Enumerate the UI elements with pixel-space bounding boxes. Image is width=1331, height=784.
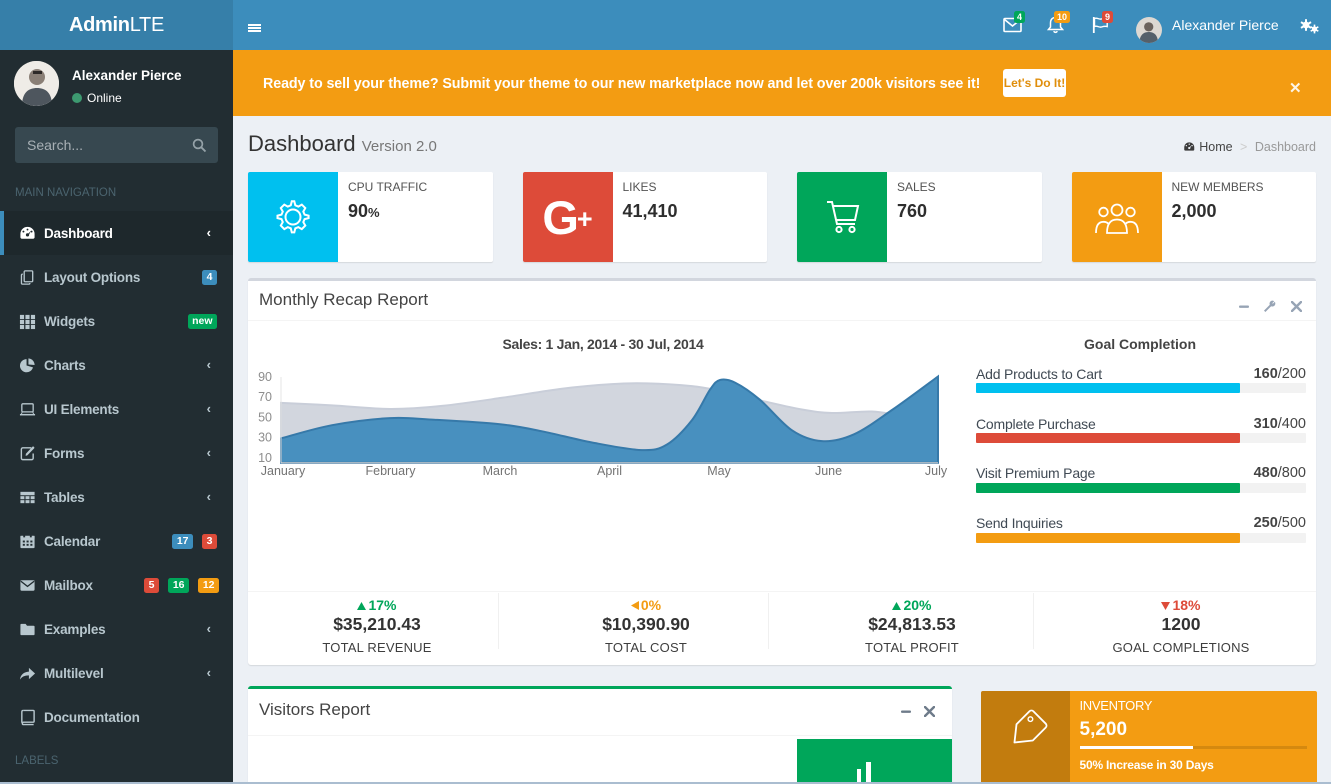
- svg-text:70: 70: [258, 390, 272, 404]
- svg-text:50: 50: [258, 410, 272, 424]
- svg-text:July: July: [925, 464, 948, 478]
- svg-text:90: 90: [258, 370, 272, 384]
- svg-text:March: March: [483, 464, 518, 478]
- svg-text:May: May: [707, 464, 731, 478]
- svg-text:February: February: [365, 464, 416, 478]
- svg-text:10: 10: [258, 451, 272, 465]
- svg-text:30: 30: [258, 431, 272, 445]
- svg-text:April: April: [597, 464, 622, 478]
- svg-text:January: January: [261, 464, 306, 478]
- svg-text:June: June: [815, 464, 842, 478]
